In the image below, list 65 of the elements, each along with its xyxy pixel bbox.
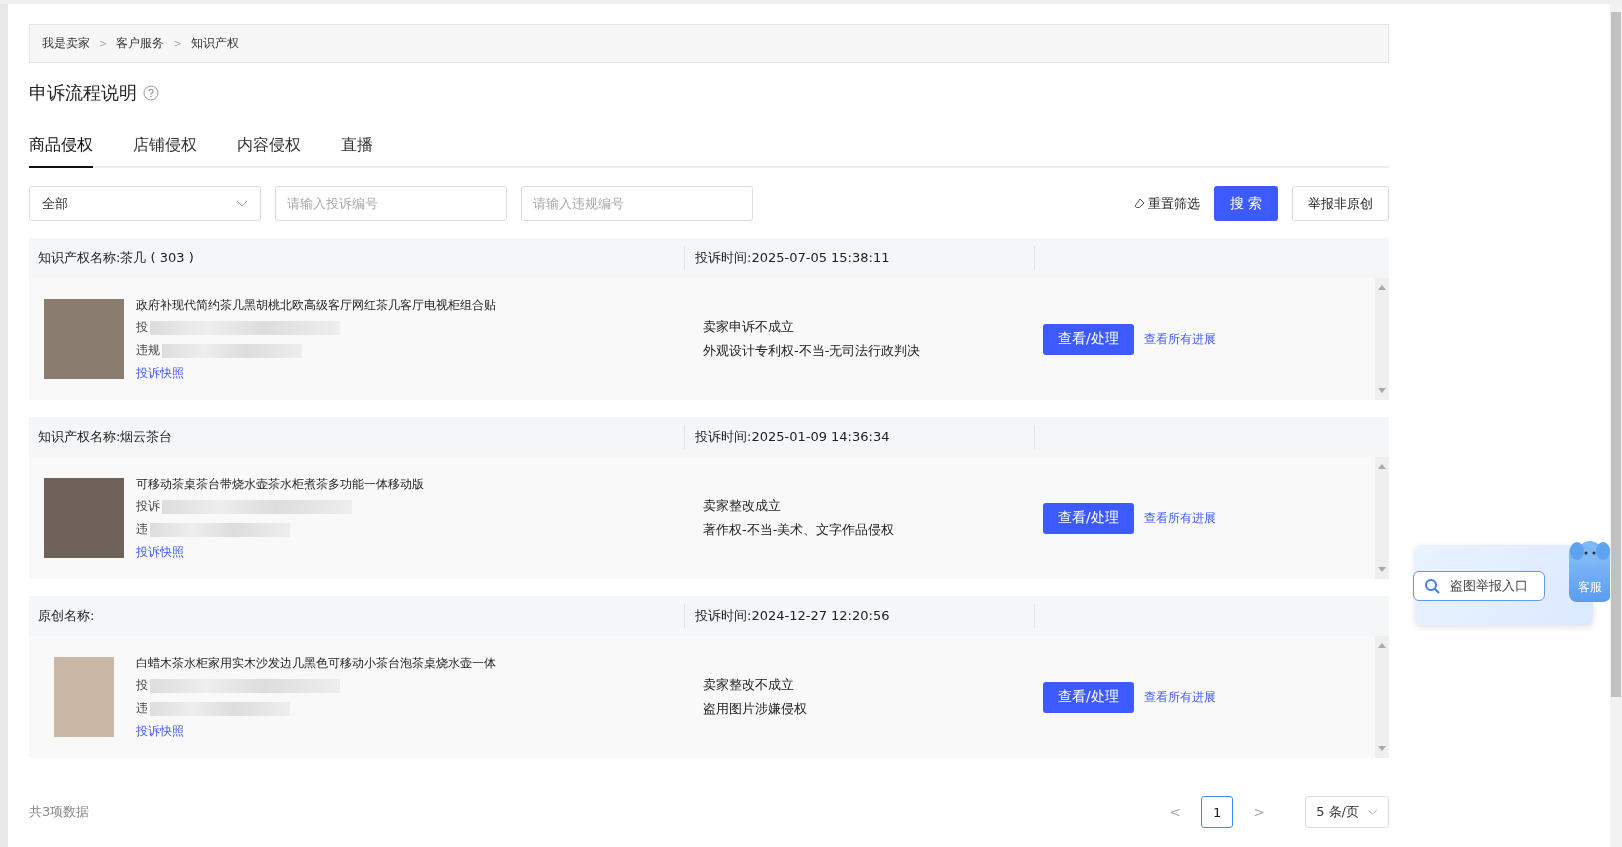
ip-name: 原创名称: (37, 607, 96, 625)
ip-name: 知识产权名称:烟云茶台 (37, 428, 174, 446)
status-text: 卖家申诉不成立 (703, 318, 795, 336)
blurred-label: 投 (136, 677, 148, 694)
eraser-icon (1133, 198, 1145, 209)
search-button[interactable]: 搜 索 (1213, 186, 1278, 221)
snapshot-link[interactable]: 投诉快照 (136, 364, 496, 382)
chevron-down-icon (1367, 808, 1378, 816)
complaint-time: 投诉时间:2025-01-09 14:36:34 (684, 425, 1034, 449)
progress-link[interactable]: 查看所有进展 (1143, 509, 1216, 527)
blurred-label: 投 (136, 319, 148, 336)
scrollbar[interactable] (1375, 636, 1389, 758)
breadcrumb-separator: > (99, 38, 108, 49)
report-button[interactable]: 举报非原创 (1292, 186, 1389, 221)
scroll-up-icon[interactable] (1378, 284, 1386, 290)
scroll-down-icon[interactable] (1378, 567, 1386, 573)
snapshot-link[interactable]: 投诉快照 (136, 543, 424, 561)
type-select[interactable]: 全部 (29, 186, 261, 221)
scroll-up-icon[interactable] (1378, 642, 1386, 648)
page-size-select[interactable]: 5 条/页 (1305, 796, 1389, 828)
breadcrumb-link[interactable]: 客户服务 (116, 35, 165, 52)
page-title: 申诉流程说明 (29, 81, 137, 105)
image-theft-report-button[interactable]: 盗图举报入口 (1413, 571, 1545, 601)
blurred-label: 违规 (136, 342, 160, 359)
tab[interactable]: 商品侵权 (29, 135, 93, 168)
blurred-label: 违 (136, 700, 148, 717)
reason-text: 著作权-不当-美术、文字作品侵权 (703, 521, 896, 539)
product-title: 白蜡木茶水柜家用实木沙发边几黑色可移动小茶台泡茶桌烧水壶一体 (136, 654, 496, 672)
search-icon (1424, 578, 1440, 594)
tab[interactable]: 店铺侵权 (133, 135, 197, 168)
product-title: 政府补现代简约茶几黑胡桃北欧高级客厅网红茶几客厅电视柜组合贴 (136, 296, 496, 314)
total-count: 共3项数据 (29, 803, 90, 821)
progress-link[interactable]: 查看所有进展 (1143, 330, 1216, 348)
help-icon[interactable] (143, 85, 159, 101)
scroll-down-icon[interactable] (1378, 388, 1386, 394)
complaint-number-field[interactable]: 请输入投诉编号 (275, 186, 507, 221)
complaint-time: 投诉时间:2025-07-05 15:38:11 (684, 246, 1034, 270)
chevron-down-icon (236, 199, 248, 208)
reason-text: 盗用图片涉嫌侵权 (703, 700, 808, 718)
tab[interactable]: 内容侵权 (237, 135, 301, 168)
status-text: 卖家整改成立 (703, 497, 782, 515)
violation-number-field[interactable]: 请输入违规编号 (521, 186, 753, 221)
breadcrumb-link[interactable]: 我是卖家 (42, 35, 90, 52)
scrollbar[interactable] (1375, 457, 1389, 579)
view-handle-button[interactable]: 查看/处理 (1043, 681, 1134, 713)
reason-text: 外观设计专利权-不当-无司法行政判决 (703, 342, 922, 360)
view-handle-button[interactable]: 查看/处理 (1043, 502, 1134, 534)
ip-name: 知识产权名称:茶几 ( 303 ) (37, 249, 195, 267)
tab[interactable]: 直播 (341, 135, 373, 168)
blurred-label: 投诉 (136, 498, 160, 515)
status-text: 卖家整改不成立 (703, 676, 795, 694)
scrollbar[interactable] (1610, 4, 1622, 847)
scrollbar[interactable] (1375, 278, 1389, 400)
reset-filter-button[interactable]: 重置筛选 (1133, 194, 1200, 213)
complaint-time: 投诉时间:2024-12-27 12:20:56 (684, 604, 1034, 628)
scroll-up-icon[interactable] (1378, 463, 1386, 469)
view-handle-button[interactable]: 查看/处理 (1043, 323, 1134, 355)
scroll-down-icon[interactable] (1378, 746, 1386, 752)
snapshot-link[interactable]: 投诉快照 (136, 722, 496, 740)
product-title: 可移动茶桌茶台带烧水壶茶水柜煮茶多功能一体移动版 (136, 475, 424, 493)
page-button[interactable]: 1 (1201, 796, 1234, 828)
blurred-label: 违 (136, 521, 148, 538)
breadcrumb-separator: > (173, 38, 182, 49)
breadcrumb-link[interactable]: 知识产权 (190, 35, 239, 52)
progress-link[interactable]: 查看所有进展 (1143, 688, 1216, 706)
